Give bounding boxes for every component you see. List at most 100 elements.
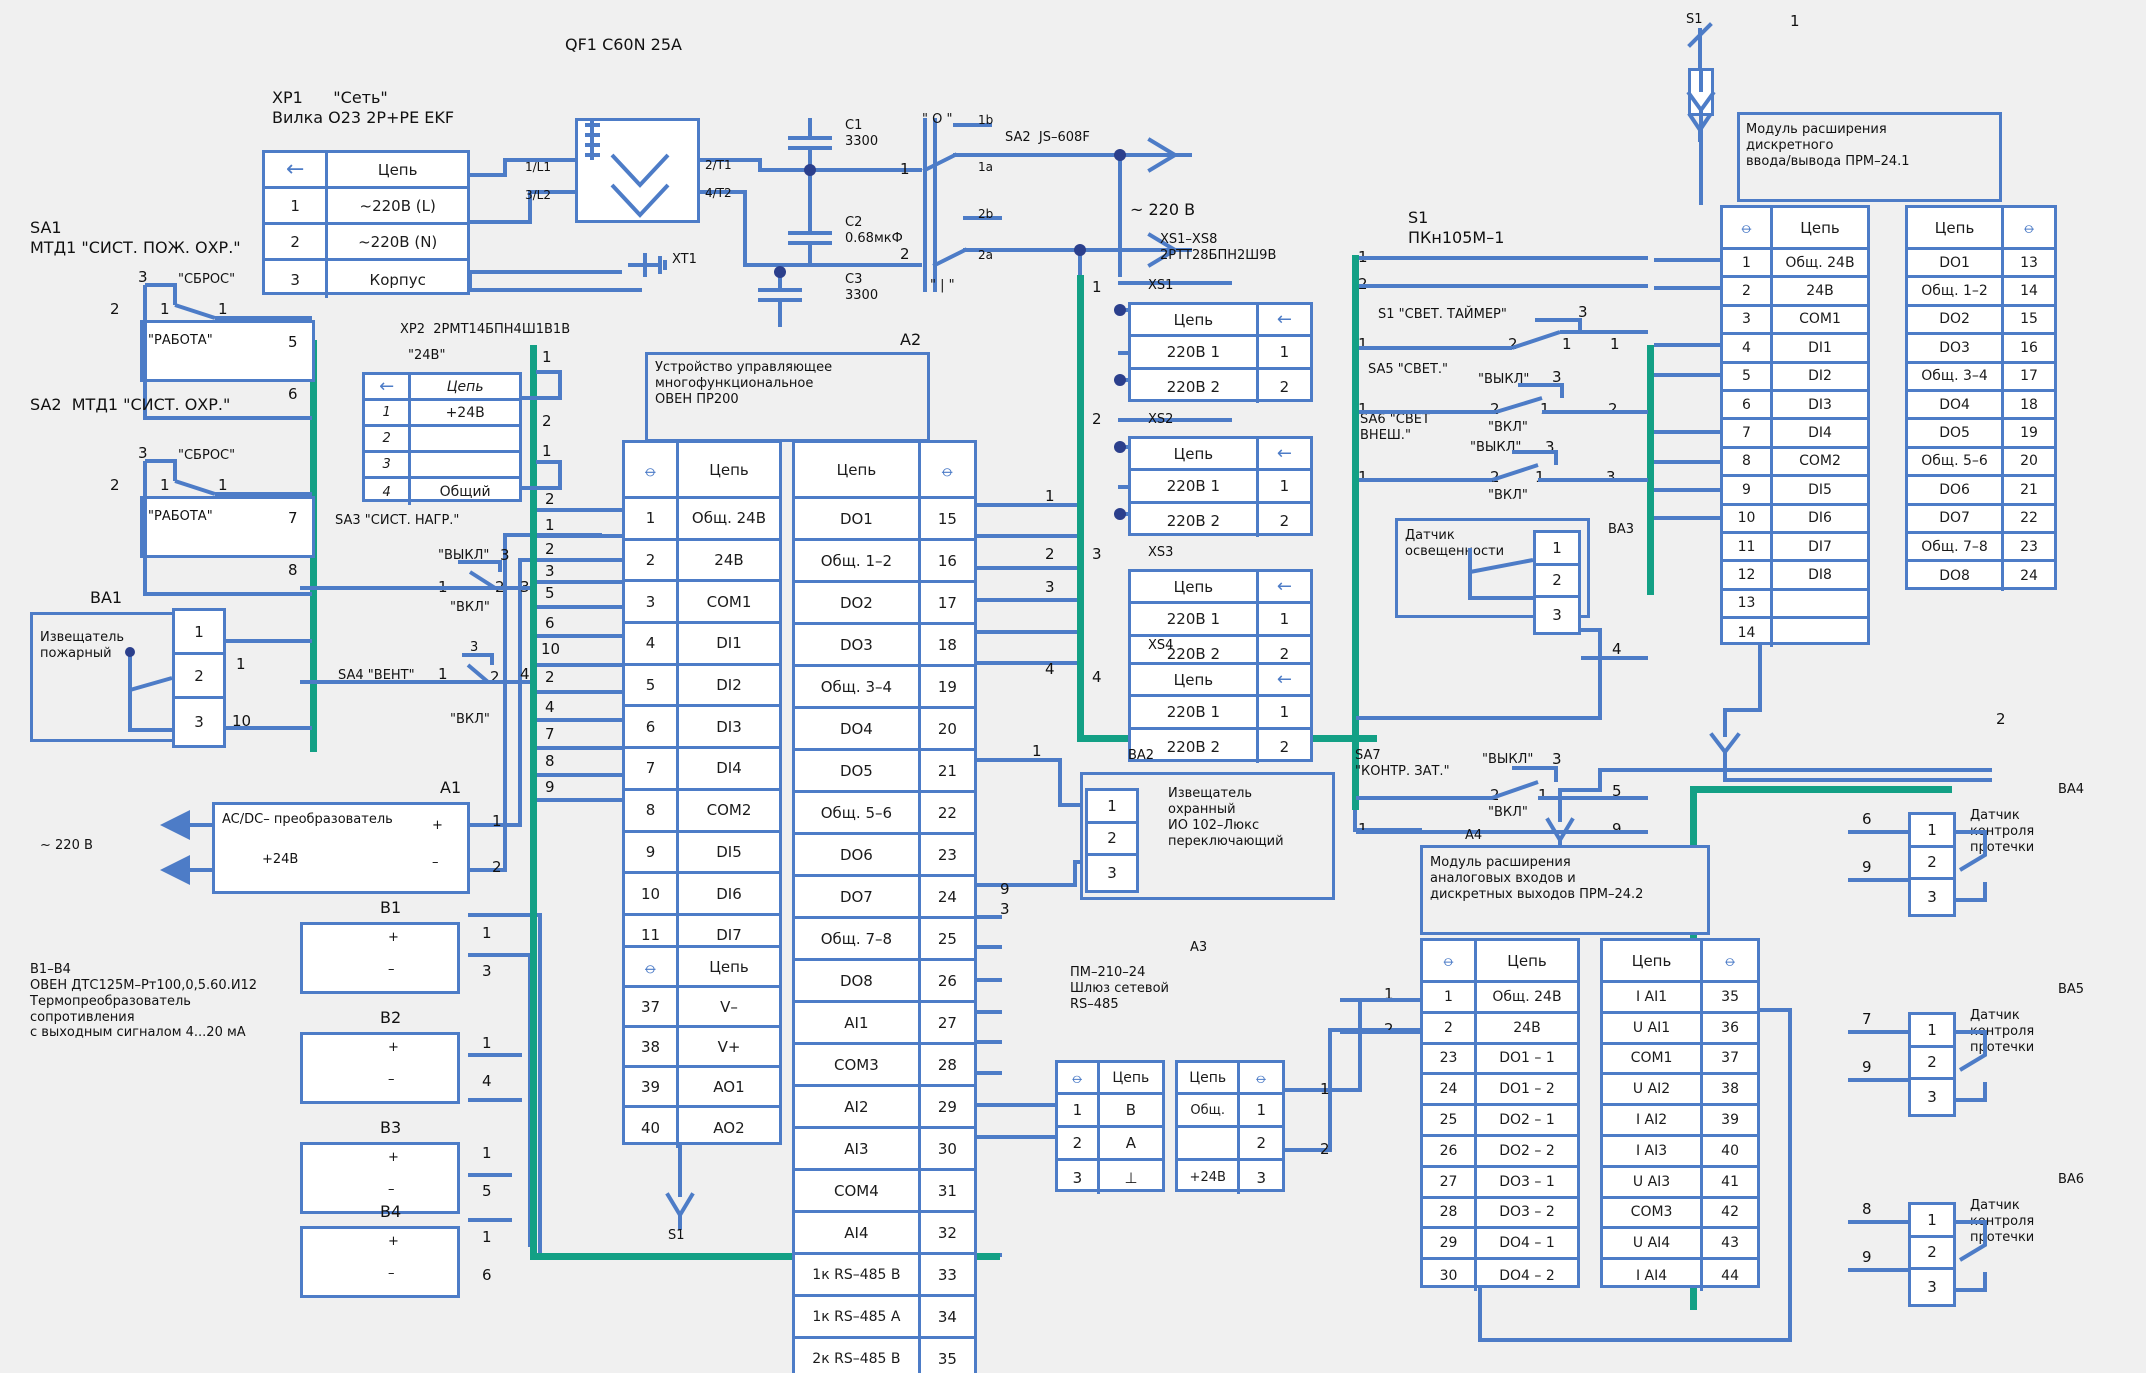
ba2-term-3: 3	[1088, 856, 1136, 890]
b2-box	[300, 1032, 460, 1104]
ba4-term-2: 2	[1911, 848, 1953, 878]
ba5-wn-7: 7	[1862, 1010, 1872, 1028]
sa2-wire-1: 1	[218, 476, 228, 494]
a3-left-terminals[interactable]: ⦵Цепь 1Общ. 24В 224В 3COM1 4DI1 5DI2 6DI…	[1720, 205, 1870, 645]
a2-right-header-icon: ⦵	[921, 443, 974, 496]
sa6-wn-3: 3	[1606, 468, 1616, 486]
xp1-table[interactable]: ← Цепь 1 ~220В (L) 2 ~220В (N) 3 Корпус	[262, 150, 470, 295]
xs2-header-tsep: Цепь	[1131, 439, 1259, 468]
a2-wn-7: 10	[541, 640, 560, 658]
a3-gate-label: A3	[1190, 940, 1207, 956]
a1-out-label: +24В	[262, 852, 298, 868]
a4r-c-4: U AI2	[1603, 1075, 1703, 1103]
ba2-terminals[interactable]: 1 2 3	[1085, 788, 1139, 893]
qf1-box[interactable]	[575, 118, 700, 223]
a2do-wn-1: 1	[1045, 487, 1055, 505]
xp1-header-tsep: Цепь	[328, 153, 467, 186]
b3-wire-1: 1	[482, 1144, 492, 1162]
b-group-desc: В1–В4 ОВЕН ДТС125М–Рт100,0,5.60.И12 Терм…	[30, 962, 257, 1041]
ba3-wn-4: 4	[1612, 640, 1622, 658]
a4l-pin-4: 24	[1423, 1075, 1477, 1103]
xs3-table[interactable]: Цепь← 220В 11 220В 22	[1128, 569, 1313, 669]
a2-pin-3: 3	[625, 582, 679, 621]
xp1-circuit-3: Корпус	[328, 261, 467, 298]
ba4-wn-9: 9	[1862, 858, 1872, 876]
xp2-arrow-icon: ←	[365, 375, 411, 398]
ba2-term-1: 1	[1088, 791, 1136, 821]
a4r-pin-1: 35	[1703, 983, 1757, 1011]
a2-right-terminals[interactable]: Цепь ⦵ DO115 Общ. 1–216 DO217 DO318 Общ.…	[792, 440, 977, 1373]
sa2-term-2: 2	[110, 476, 120, 494]
a4r-header-icon: ⦵	[1703, 941, 1757, 980]
ba4-terminals[interactable]: 1 2 3	[1908, 812, 1956, 917]
pm210-right-table[interactable]: Цепь⦵ Общ.1 2 +24В3	[1175, 1060, 1285, 1192]
a3l-c-12: DI8	[1773, 562, 1867, 587]
ba6-term-3: 3	[1911, 1270, 1953, 1304]
xs2-table[interactable]: Цепь← 220В 11 220В 22	[1128, 436, 1313, 536]
sa1-rabota-box[interactable]	[140, 320, 315, 382]
a2-circuit-4: DI1	[679, 624, 779, 663]
sa2-wire-8: 8	[288, 561, 298, 579]
a1-title: AC/DC– преобразователь	[222, 812, 393, 828]
ba1-terminals[interactable]: 1 2 3	[172, 608, 226, 748]
a2do-wn-2: 2	[1045, 545, 1055, 563]
s1-t2: 2	[1508, 335, 1518, 353]
sa3-vkl: "ВКЛ"	[450, 600, 490, 616]
a3l-c-9: DI5	[1773, 477, 1867, 502]
a2r-circuit-8: Общ. 5–6	[795, 793, 921, 832]
b2-minus: –	[388, 1072, 395, 1088]
ba2-label: ВА2	[1128, 748, 1154, 764]
pm210r-pin-1: 1	[1240, 1095, 1282, 1125]
pm-wn-2: 2	[1320, 1140, 1330, 1158]
a2-ao-terminals[interactable]: ⦵ Цепь 37V– 38V+ 39AO1 40AO2	[622, 945, 782, 1145]
a4-right-terminals[interactable]: Цепь⦵ I AI135 U AI136 COM137 U AI238 I A…	[1600, 938, 1760, 1288]
qf1-label: QF1 C60N 25A	[565, 35, 682, 55]
qf1-term-3l2: 3/L2	[525, 188, 551, 203]
a3l-pin-14: 14	[1723, 619, 1773, 647]
a2r-pin-1: 15	[921, 499, 974, 538]
ba5-terminals[interactable]: 1 2 3	[1908, 1012, 1956, 1117]
a3r-c-6: DO4	[1908, 392, 2004, 417]
b4-wire-6: 6	[482, 1266, 492, 1284]
a3-right-terminals[interactable]: Цепь⦵ DO113 Общ. 1–214 DO215 DO316 Общ. …	[1905, 205, 2057, 590]
a2-ao-header-icon: ⦵	[625, 948, 679, 985]
sa4-term-1: 1	[438, 665, 448, 683]
ba3-terminals[interactable]: 1 2 3	[1533, 530, 1581, 635]
s1-wn-1b: 1	[1358, 335, 1368, 353]
sa7-wn-5: 5	[1612, 782, 1622, 800]
a2-ao-header-tsep: Цепь	[679, 948, 779, 985]
a4l-c-1: Общ. 24В	[1477, 983, 1577, 1011]
a2-pin-9: 9	[625, 833, 679, 872]
a4l-c-8: DO3 – 2	[1477, 1199, 1577, 1227]
a4-left-terminals[interactable]: ⦵Цепь 1Общ. 24В 224В 23DO1 – 1 24DO1 – 2…	[1420, 938, 1580, 1288]
pm210l-pin-1: 1	[1058, 1095, 1100, 1125]
i-mark-label: " | "	[930, 278, 955, 294]
xs4-c1: 220В 1	[1131, 697, 1259, 727]
pm210l-header-icon: ⦵	[1058, 1063, 1100, 1092]
b3-minus: –	[388, 1182, 395, 1198]
xs1-table[interactable]: Цепь← 220В 11 220В 22	[1128, 302, 1313, 402]
a2r-circuit-12: DO8	[795, 961, 921, 1000]
pm210-left-table[interactable]: ⦵Цепь 1B 2A 3⊥	[1055, 1060, 1165, 1192]
s1-pkn-label: S1 ПКн105М–1	[1408, 208, 1504, 247]
sa2-rabota-box[interactable]	[140, 496, 315, 558]
xp2-header-tsep: Цепь	[411, 375, 519, 398]
a2-circuit-6: DI3	[679, 707, 779, 746]
sa3-term-3: 3	[500, 546, 510, 564]
a2r-pin-4: 18	[921, 625, 974, 664]
a2-ao-pin-38: 38	[625, 1028, 679, 1065]
a4r-pin-3: 37	[1703, 1045, 1757, 1073]
a2-pin-8: 8	[625, 791, 679, 830]
o-mark-label: " O "	[922, 112, 952, 128]
sa5-label: SA5 "СВЕТ."	[1368, 362, 1448, 378]
qf1-term-4t2: 4/T2	[705, 186, 732, 201]
xs4-table[interactable]: Цепь← 220В 11 220В 22	[1128, 662, 1313, 762]
a3l-pin-4: 4	[1723, 335, 1773, 360]
a2-wn-6: 6	[545, 614, 555, 632]
xp2-circuit-3	[411, 453, 519, 476]
ba6-terminals[interactable]: 1 2 3	[1908, 1202, 1956, 1307]
xs1-c1: 220В 1	[1131, 337, 1259, 367]
xp2-table[interactable]: ← Цепь 1 +24В 2 3 4 Общий	[362, 372, 522, 502]
a3l-pin-7: 7	[1723, 420, 1773, 445]
pm210r-pin-3: 3	[1240, 1161, 1282, 1194]
